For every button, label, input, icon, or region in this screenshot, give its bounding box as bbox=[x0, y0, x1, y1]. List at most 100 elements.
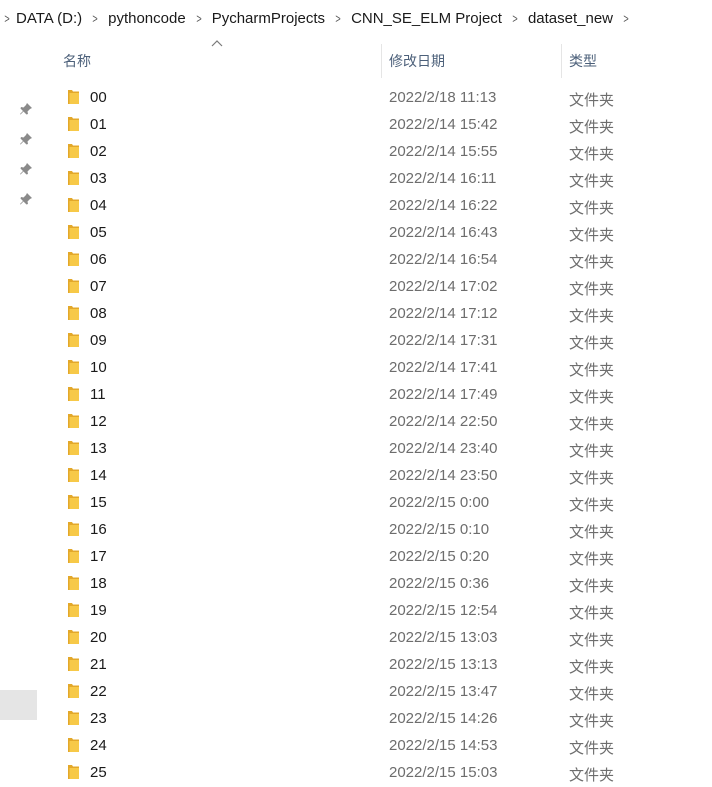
folder-icon bbox=[68, 171, 79, 185]
file-type: 文件夹 bbox=[569, 524, 615, 541]
file-row[interactable]: 05 2022/2/14 16:43 文件夹 bbox=[38, 220, 712, 247]
file-type: 文件夹 bbox=[569, 362, 615, 379]
file-row[interactable]: 25 2022/2/15 15:03 文件夹 bbox=[38, 760, 712, 787]
file-row[interactable]: 04 2022/2/14 16:22 文件夹 bbox=[38, 193, 712, 220]
folder-icon bbox=[68, 549, 79, 563]
pin-icon[interactable] bbox=[19, 192, 33, 206]
file-modified-date: 2022/2/15 15:03 bbox=[389, 764, 498, 781]
file-row[interactable]: 01 2022/2/14 15:42 文件夹 bbox=[38, 112, 712, 139]
breadcrumb-item-pythoncode[interactable]: pythoncode bbox=[106, 10, 188, 27]
file-name: 02 bbox=[90, 143, 107, 160]
file-row[interactable]: 20 2022/2/15 13:03 文件夹 bbox=[38, 625, 712, 652]
file-type: 文件夹 bbox=[569, 92, 615, 109]
file-modified-date: 2022/2/15 0:20 bbox=[389, 548, 490, 565]
folder-icon bbox=[68, 576, 79, 590]
file-modified-date: 2022/2/14 23:40 bbox=[389, 440, 498, 457]
file-type: 文件夹 bbox=[569, 713, 615, 730]
pin-icon[interactable] bbox=[19, 162, 33, 176]
breadcrumb-item-current[interactable]: dataset_new bbox=[526, 10, 615, 27]
file-type: 文件夹 bbox=[569, 227, 615, 244]
chevron-right-icon[interactable]: > bbox=[330, 11, 345, 26]
file-type: 文件夹 bbox=[569, 497, 615, 514]
file-name: 20 bbox=[90, 629, 107, 646]
folder-icon bbox=[68, 441, 79, 455]
file-modified-date: 2022/2/14 17:31 bbox=[389, 332, 498, 349]
file-row[interactable]: 14 2022/2/14 23:50 文件夹 bbox=[38, 463, 712, 490]
file-row[interactable]: 02 2022/2/14 15:55 文件夹 bbox=[38, 139, 712, 166]
file-row[interactable]: 00 2022/2/18 11:13 文件夹 bbox=[38, 85, 712, 112]
folder-icon bbox=[68, 495, 79, 509]
file-modified-date: 2022/2/14 17:41 bbox=[389, 359, 498, 376]
folder-icon bbox=[68, 117, 79, 131]
file-row[interactable]: 23 2022/2/15 14:26 文件夹 bbox=[38, 706, 712, 733]
folder-icon bbox=[68, 144, 79, 158]
file-row[interactable]: 15 2022/2/15 0:00 文件夹 bbox=[38, 490, 712, 517]
folder-icon bbox=[68, 630, 79, 644]
column-header-type[interactable]: 类型 bbox=[569, 36, 597, 86]
file-row[interactable]: 22 2022/2/15 13:47 文件夹 bbox=[38, 679, 712, 706]
file-row[interactable]: 03 2022/2/14 16:11 文件夹 bbox=[38, 166, 712, 193]
file-modified-date: 2022/2/18 11:13 bbox=[389, 89, 497, 106]
file-type: 文件夹 bbox=[569, 335, 615, 352]
breadcrumb-item-project[interactable]: CNN_SE_ELM Project bbox=[349, 10, 504, 27]
file-row[interactable]: 12 2022/2/14 22:50 文件夹 bbox=[38, 409, 712, 436]
folder-icon bbox=[68, 198, 79, 212]
folder-icon bbox=[68, 657, 79, 671]
file-type: 文件夹 bbox=[569, 119, 615, 136]
file-name: 09 bbox=[90, 332, 107, 349]
file-name: 10 bbox=[90, 359, 107, 376]
file-list: 00 2022/2/18 11:13 文件夹 01 2022/2/14 15:42 文件夹… bbox=[38, 85, 712, 787]
pin-icon[interactable] bbox=[19, 102, 33, 116]
file-modified-date: 2022/2/14 23:50 bbox=[389, 467, 498, 484]
file-name: 08 bbox=[90, 305, 107, 322]
file-row[interactable]: 07 2022/2/14 17:02 文件夹 bbox=[38, 274, 712, 301]
file-row[interactable]: 21 2022/2/15 13:13 文件夹 bbox=[38, 652, 712, 679]
file-row[interactable]: 24 2022/2/15 14:53 文件夹 bbox=[38, 733, 712, 760]
file-row[interactable]: 06 2022/2/14 16:54 文件夹 bbox=[38, 247, 712, 274]
column-divider[interactable] bbox=[561, 44, 562, 78]
file-modified-date: 2022/2/15 13:03 bbox=[389, 629, 498, 646]
file-modified-date: 2022/2/14 17:02 bbox=[389, 278, 498, 295]
pin-icon[interactable] bbox=[19, 132, 33, 146]
file-type: 文件夹 bbox=[569, 470, 615, 487]
file-row[interactable]: 10 2022/2/14 17:41 文件夹 bbox=[38, 355, 712, 382]
file-type: 文件夹 bbox=[569, 416, 615, 433]
file-modified-date: 2022/2/15 0:00 bbox=[389, 494, 490, 511]
folder-icon bbox=[68, 414, 79, 428]
column-header-name[interactable]: 名称 bbox=[63, 36, 91, 86]
file-row[interactable]: 19 2022/2/15 12:54 文件夹 bbox=[38, 598, 712, 625]
sort-ascending-icon bbox=[211, 40, 223, 47]
column-header-date[interactable]: 修改日期 bbox=[389, 36, 445, 86]
file-type: 文件夹 bbox=[569, 578, 615, 595]
file-row[interactable]: 09 2022/2/14 17:31 文件夹 bbox=[38, 328, 712, 355]
column-header: 名称 修改日期 类型 bbox=[38, 36, 712, 86]
file-row[interactable]: 11 2022/2/14 17:49 文件夹 bbox=[38, 382, 712, 409]
file-name: 12 bbox=[90, 413, 107, 430]
file-name: 23 bbox=[90, 710, 107, 727]
file-row[interactable]: 17 2022/2/15 0:20 文件夹 bbox=[38, 544, 712, 571]
breadcrumb-item-drive[interactable]: DATA (D:) bbox=[14, 10, 84, 27]
file-name: 21 bbox=[90, 656, 107, 673]
file-modified-date: 2022/2/14 17:49 bbox=[389, 386, 498, 403]
file-row[interactable]: 13 2022/2/14 23:40 文件夹 bbox=[38, 436, 712, 463]
nav-selected-item[interactable] bbox=[0, 690, 37, 720]
file-name: 04 bbox=[90, 197, 107, 214]
file-name: 16 bbox=[90, 521, 107, 538]
file-name: 15 bbox=[90, 494, 107, 511]
file-type: 文件夹 bbox=[569, 659, 615, 676]
column-divider[interactable] bbox=[381, 44, 382, 78]
chevron-right-icon[interactable]: > bbox=[507, 11, 522, 26]
file-row[interactable]: 18 2022/2/15 0:36 文件夹 bbox=[38, 571, 712, 598]
file-row[interactable]: 08 2022/2/14 17:12 文件夹 bbox=[38, 301, 712, 328]
chevron-right-icon[interactable]: > bbox=[87, 11, 102, 26]
folder-icon bbox=[68, 360, 79, 374]
breadcrumb-item-pycharmprojects[interactable]: PycharmProjects bbox=[210, 10, 327, 27]
chevron-right-icon[interactable]: > bbox=[191, 11, 206, 26]
folder-icon bbox=[68, 90, 79, 104]
file-row[interactable]: 16 2022/2/15 0:10 文件夹 bbox=[38, 517, 712, 544]
file-type: 文件夹 bbox=[569, 740, 615, 757]
file-type: 文件夹 bbox=[569, 308, 615, 325]
chevron-right-icon[interactable]: > bbox=[2, 11, 12, 26]
breadcrumb: > DATA (D:) > pythoncode > PycharmProjec… bbox=[0, 0, 712, 36]
chevron-right-icon[interactable]: > bbox=[618, 11, 633, 26]
